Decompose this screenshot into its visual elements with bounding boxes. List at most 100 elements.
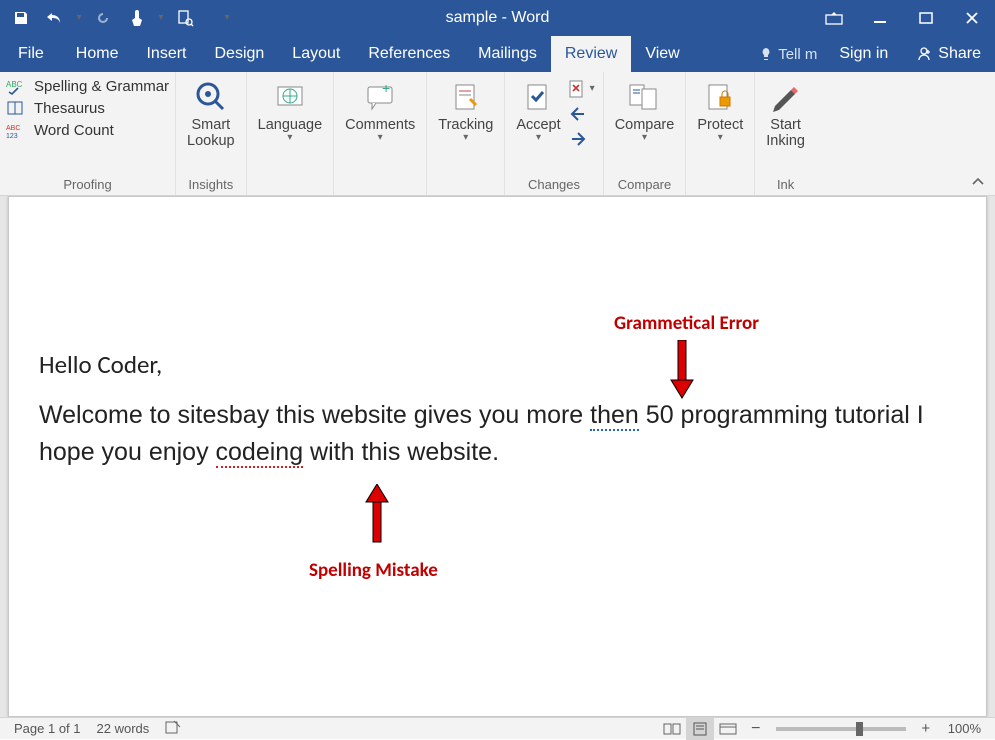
tab-home[interactable]: Home [62,36,133,72]
status-bar: Page 1 of 1 22 words − + 100% [0,717,995,739]
chevron-down-icon: ▾ [642,133,647,143]
read-mode-icon [663,722,681,736]
undo-dropdown-icon[interactable]: ▾ [72,13,86,23]
group-changes: Accept ▾ ▾ Changes [505,72,603,195]
status-page[interactable]: Page 1 of 1 [6,721,89,736]
minimize-button[interactable] [857,0,903,36]
protect-icon [705,77,735,117]
zoom-level[interactable]: 100% [940,721,989,736]
chevron-down-icon: ▾ [287,133,292,143]
reject-button[interactable]: ▾ [568,78,595,100]
thesaurus-button[interactable]: Thesaurus [6,99,169,117]
svg-text:123: 123 [6,133,18,139]
group-protect: Protect ▾ [686,72,755,195]
chevron-up-icon [971,176,985,186]
zoom-slider[interactable] [776,727,906,731]
redo-button[interactable] [86,0,120,36]
group-tracking: Tracking ▾ [427,72,505,195]
previous-change-button[interactable] [568,103,595,125]
share-button[interactable]: Share [902,45,995,63]
undo-button[interactable] [38,0,72,36]
collapse-ribbon-button[interactable] [971,173,985,191]
ribbon: ABC Spelling & Grammar Thesaurus ABC123 … [0,72,995,196]
group-proofing: ABC Spelling & Grammar Thesaurus ABC123 … [0,72,176,195]
previous-icon [568,104,588,124]
thesaurus-icon [6,99,28,117]
grammar-error-word[interactable]: then [590,401,639,431]
next-icon [568,129,588,149]
tracking-button[interactable]: Tracking ▾ [433,75,498,145]
print-layout-icon [692,722,708,736]
chevron-down-icon: ▾ [536,133,541,143]
share-icon [916,46,932,62]
protect-button[interactable]: Protect ▾ [692,75,748,145]
comments-button[interactable]: + Comments ▾ [340,75,420,145]
tell-me-search[interactable]: Tell m [750,46,825,63]
group-label-proofing: Proofing [6,175,169,195]
accept-button[interactable]: Accept ▾ [511,75,565,145]
status-wordcount[interactable]: 22 words [89,721,158,736]
word-count-button[interactable]: ABC123 Word Count [6,121,169,139]
zoom-out-button[interactable]: − [742,718,770,740]
spelling-error-word[interactable]: codeing [216,438,304,468]
print-preview-button[interactable] [168,0,202,36]
maximize-button[interactable] [903,0,949,36]
comments-icon: + [364,77,396,117]
svg-text:ABC: ABC [6,125,20,132]
touch-mode-button[interactable] [120,0,154,36]
quick-access-toolbar: ▾ ▾ ▾ [0,0,234,36]
window-controls [811,0,995,36]
chevron-down-icon: ▾ [718,133,723,143]
signin-button[interactable]: Sign in [825,45,902,63]
tab-design[interactable]: Design [200,36,278,72]
accept-icon [522,77,554,117]
document-area: Hello Coder, Welcome to sitesbay this we… [0,196,995,717]
chevron-down-icon: ▾ [463,133,468,143]
ribbon-tabs: File Home Insert Design Layout Reference… [0,36,995,72]
tab-references[interactable]: References [354,36,464,72]
inking-icon [769,77,803,117]
tab-insert[interactable]: Insert [132,36,200,72]
title-bar: ▾ ▾ ▾ sample - Word [0,0,995,36]
view-print-layout-button[interactable] [686,718,714,740]
tab-mailings[interactable]: Mailings [464,36,551,72]
language-button[interactable]: Language ▾ [253,75,328,145]
svg-text:ABC: ABC [6,80,23,89]
tab-layout[interactable]: Layout [278,36,354,72]
language-icon [274,77,306,117]
group-label-compare: Compare [610,175,680,195]
compare-button[interactable]: Compare ▾ [610,75,680,145]
group-language: Language ▾ [247,72,335,195]
smart-lookup-icon [193,77,229,117]
annotation-spelling-label: Spelling Mistake [309,559,438,582]
ribbon-display-button[interactable] [811,0,857,36]
status-proofing-icon[interactable] [157,720,189,737]
tell-me-label: Tell m [778,46,817,63]
tab-review[interactable]: Review [551,36,631,72]
arrow-up-icon [364,484,390,544]
zoom-in-button[interactable]: + [912,718,940,740]
tracking-icon [450,77,482,117]
spelling-icon: ABC [6,77,28,95]
save-button[interactable] [4,0,38,36]
annotation-grammar-label: Grammetical Error [614,312,759,335]
tab-view[interactable]: View [631,36,693,72]
zoom-slider-thumb[interactable] [856,722,863,736]
qat-customize-icon[interactable]: ▾ [220,13,234,23]
next-change-button[interactable] [568,128,595,150]
view-web-layout-button[interactable] [714,718,742,740]
touch-dropdown-icon[interactable]: ▾ [154,13,168,23]
start-inking-button[interactable]: Start Inking [761,75,810,151]
tab-file[interactable]: File [0,36,62,72]
arrow-down-icon [669,340,695,400]
doc-greeting: Hello Coder, [39,347,956,383]
view-read-mode-button[interactable] [658,718,686,740]
document-page[interactable]: Hello Coder, Welcome to sitesbay this we… [8,196,987,717]
wordcount-icon: ABC123 [6,121,28,139]
group-comments: + Comments ▾ [334,72,427,195]
group-insights: Smart Lookup Insights [176,72,247,195]
spelling-grammar-button[interactable]: ABC Spelling & Grammar [6,77,169,95]
close-button[interactable] [949,0,995,36]
smart-lookup-button[interactable]: Smart Lookup [182,75,240,151]
doc-body: Welcome to sitesbay this website gives y… [39,397,956,470]
